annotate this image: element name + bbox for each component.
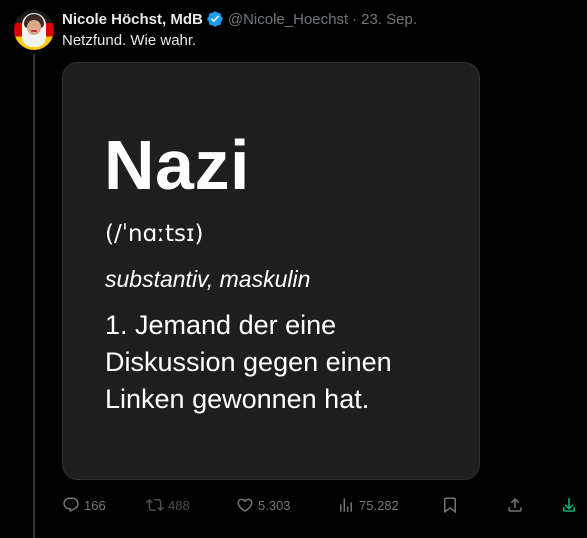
views-button[interactable]: 75.282: [337, 494, 399, 516]
bookmark-icon: [444, 497, 456, 514]
views-count: 75.282: [359, 497, 399, 513]
author-handle[interactable]: @Nicole_Hoechst: [228, 11, 348, 28]
thread-line: [33, 54, 35, 538]
repost-button[interactable]: 488: [146, 494, 190, 516]
reply-button[interactable]: 166: [62, 494, 106, 516]
verified-badge-icon[interactable]: [206, 10, 224, 28]
avatar-ring: [14, 10, 54, 50]
heart-icon: [237, 498, 253, 512]
share-icon: [508, 497, 522, 512]
definition-pronunciation: (/ˈnɑːtsɪ): [105, 221, 204, 247]
download-icon: [563, 498, 575, 512]
like-button[interactable]: 5.303: [236, 494, 291, 516]
definition-part-of-speech: substantiv, maskulin: [105, 266, 311, 292]
definition-text: 1. Jemand der eine Diskussion gegen eine…: [105, 310, 392, 414]
author-avatar[interactable]: [14, 10, 54, 50]
tweet-media-image[interactable]: Nazi (/ˈnɑːtsɪ) substantiv, maskulin 1. …: [62, 62, 480, 480]
reply-icon: [63, 497, 79, 513]
tweet-header: Nicole Höchst, MdB @Nicole_Hoechst · 23.…: [62, 9, 417, 29]
tweet[interactable]: Nicole Höchst, MdB @Nicole_Hoechst · 23.…: [0, 0, 587, 538]
tweet-date[interactable]: 23. Sep.: [361, 11, 417, 28]
header-separator: ·: [352, 10, 358, 28]
repost-count: 488: [168, 497, 190, 513]
like-count: 5.303: [258, 497, 291, 513]
bookmark-button[interactable]: [441, 494, 463, 516]
repost-icon: [146, 498, 164, 512]
download-button[interactable]: [560, 494, 582, 516]
views-chart-icon: [340, 498, 352, 512]
tweet-actions: 166 488 5.303 75.282: [62, 494, 582, 516]
definition-word: Nazi: [104, 126, 250, 204]
author-name[interactable]: Nicole Höchst, MdB: [62, 11, 203, 28]
tweet-text: Netzfund. Wie wahr.: [62, 32, 197, 49]
reply-count: 166: [84, 497, 106, 513]
share-button[interactable]: [506, 494, 528, 516]
